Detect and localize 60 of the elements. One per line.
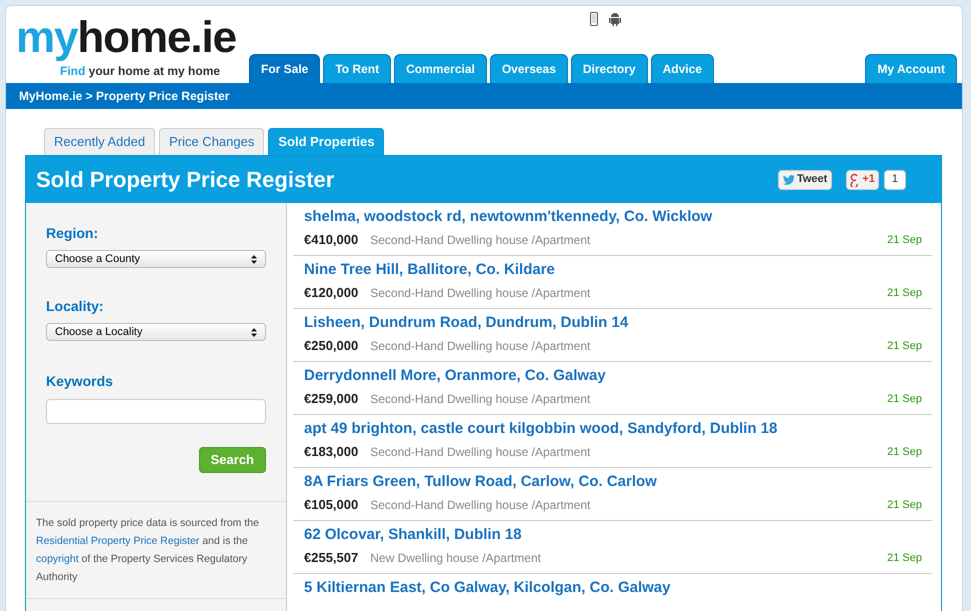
source-link[interactable]: copyright: [36, 553, 79, 565]
listing-address[interactable]: apt 49 brighton, castle court kilgobbin wood, Sandyford, Dublin 18: [304, 419, 922, 439]
nav-tab[interactable]: For Sale: [249, 54, 320, 83]
listing-address[interactable]: 5 Kiltiernan East, Co Galway, Kilcolgan, Co. Galway: [304, 578, 922, 598]
listing-price: €183,000: [304, 443, 358, 462]
panel-title: Sold Property Price Register: [36, 166, 334, 194]
bird-icon: [782, 174, 795, 184]
search-button[interactable]: Search: [198, 447, 266, 473]
nav-tab[interactable]: To Rent: [323, 54, 392, 83]
nav-tab[interactable]: Advice: [650, 54, 714, 83]
listing-type: Second-Hand Dwelling house /Apartment: [370, 338, 590, 355]
android-icon: [609, 12, 621, 26]
logo-tagline: Find your home at my home: [59, 63, 222, 80]
nav-tab[interactable]: Directory: [570, 54, 648, 83]
tweet-button[interactable]: Tweet: [778, 170, 832, 190]
listing-date: 21 Sep: [887, 444, 922, 460]
listing-type: Second-Hand Dwelling house /Apartment: [370, 232, 590, 249]
select-arrows-icon: [251, 328, 257, 336]
listing-address[interactable]: Derrydonnell More, Oranmore, Co. Galway: [304, 366, 922, 386]
plus-count: 1: [884, 170, 906, 190]
listing-price: €410,000: [304, 231, 358, 250]
listing-type: Second-Hand Dwelling house /Apartment: [370, 285, 590, 302]
region-select[interactable]: Choose a County: [46, 250, 266, 268]
listing-date: 21 Sep: [887, 286, 922, 301]
sub-tab[interactable]: Recently Added: [44, 128, 156, 155]
listing-price: €259,000: [304, 390, 358, 408]
listing-price: €250,000: [304, 337, 358, 356]
source-link[interactable]: Residential Property Price Register: [36, 535, 200, 547]
phone-icon: [590, 12, 598, 26]
listing-type: New Dwelling house /Apartment: [370, 550, 541, 567]
listing-date: 21 Sep: [887, 392, 922, 407]
field-label: Locality:: [46, 297, 105, 316]
sub-tab[interactable]: Price Changes: [159, 128, 264, 155]
listing-date: 21 Sep: [887, 550, 922, 566]
keywords-field[interactable]: [46, 399, 266, 424]
listing-address[interactable]: Lisheen, Dundrum Road, Dundrum, Dublin 14: [304, 313, 922, 333]
listing-date: 21 Sep: [887, 338, 922, 354]
listing-type: Second-Hand Dwelling house /Apartment: [370, 497, 590, 514]
listing-date: 21 Sep: [887, 232, 922, 248]
listing-address[interactable]: shelma, woodstock rd, newtownm'tkennedy, Co. Wicklow: [304, 207, 922, 227]
listing-price: €120,000: [304, 284, 358, 302]
nav-tab[interactable]: Overseas: [490, 54, 568, 83]
listing-address[interactable]: 62 Olcovar, Shankill, Dublin 18: [304, 525, 922, 545]
listing-price: €255,507: [304, 549, 358, 568]
breadcrumb: MyHome.ie > Property Price Register: [19, 88, 230, 105]
listing-date: 21 Sep: [887, 498, 922, 513]
field-label: Region:: [46, 224, 100, 243]
listing-price: €105,000: [304, 496, 358, 514]
sub-tab[interactable]: Sold Properties: [268, 128, 384, 155]
listing-address[interactable]: Nine Tree Hill, Ballitore, Co. Kildare: [304, 260, 922, 280]
select-arrows-icon: [251, 254, 257, 264]
nav-tab[interactable]: My Account: [865, 54, 957, 83]
listing-address[interactable]: 8A Friars Green, Tullow Road, Carlow, Co. Carlow: [304, 472, 922, 492]
nav-tab[interactable]: Commercial: [394, 54, 487, 83]
field-label: Keywords: [46, 372, 114, 391]
listing-type: Second-Hand Dwelling house /Apartment: [370, 391, 590, 408]
locality-select[interactable]: Choose a Locality: [46, 323, 266, 341]
listing-type: Second-Hand Dwelling house /Apartment: [370, 444, 590, 461]
source-note: The sold property price data is sourced from the Residential Property Price Register and is the copyright of the Property Services Regulatory Authority: [36, 516, 260, 585]
plus-one-button[interactable]: +1: [846, 170, 879, 190]
